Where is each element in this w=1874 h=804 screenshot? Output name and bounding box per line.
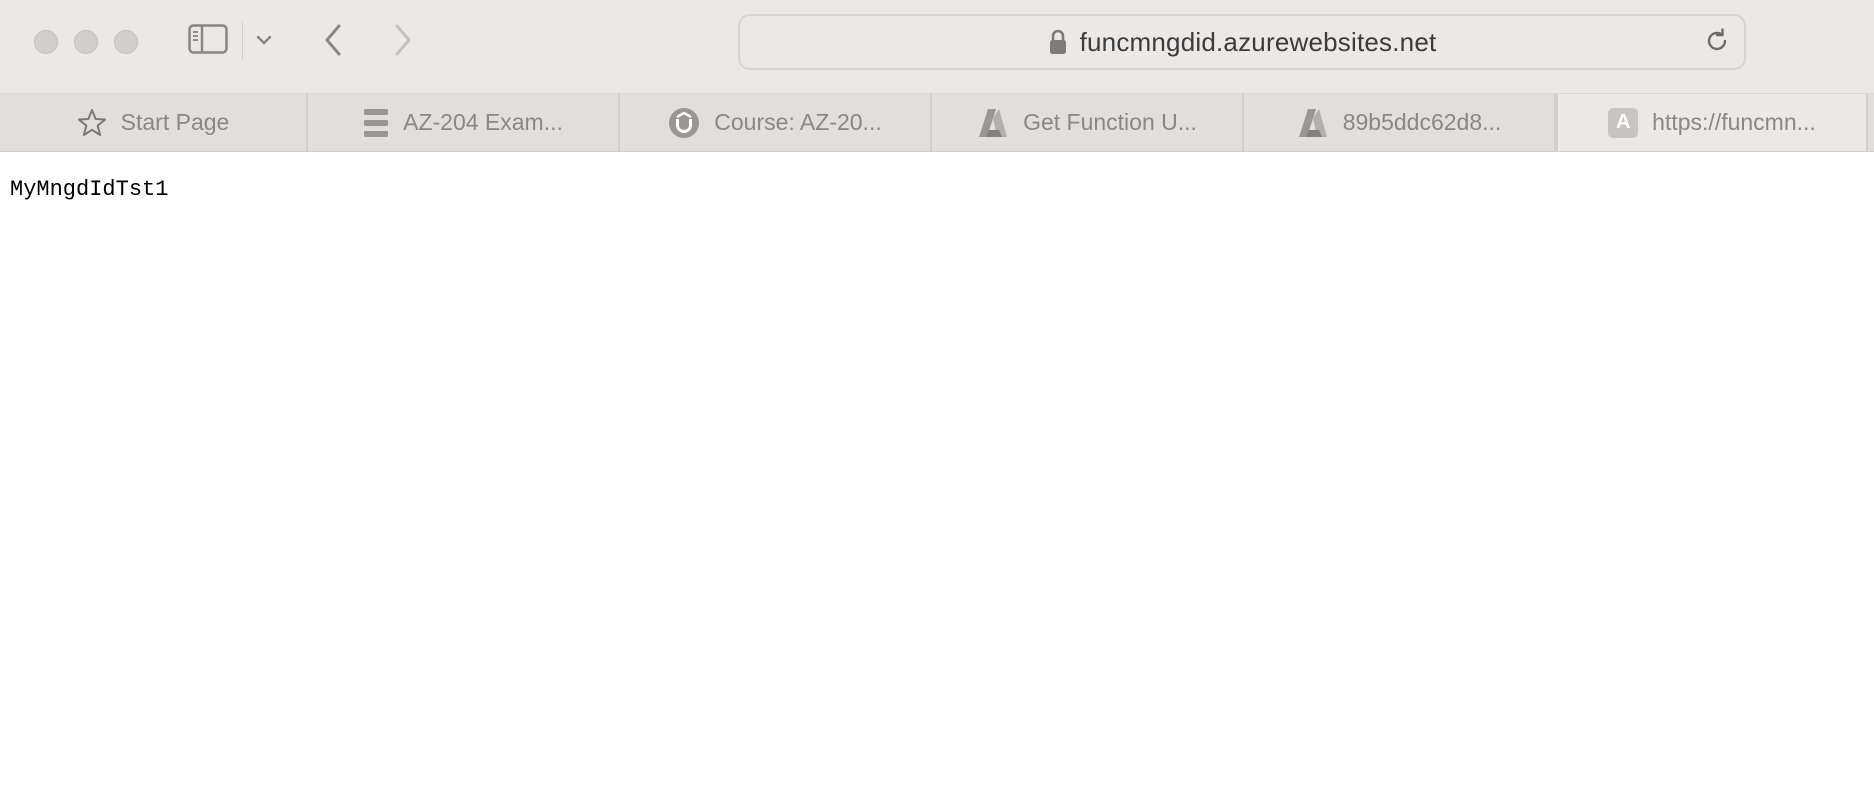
address-bar[interactable]: funcmngdid.azurewebsites.net — [738, 14, 1746, 70]
tab-label: Get Function U... — [1023, 109, 1197, 135]
url-text: funcmngdid.azurewebsites.net — [1079, 26, 1437, 57]
tab-label: Course: AZ-20... — [714, 109, 882, 135]
reload-icon — [1703, 27, 1731, 60]
udemy-icon — [668, 107, 700, 139]
reload-button[interactable] — [1702, 27, 1732, 60]
azure-icon — [977, 108, 1009, 138]
tab-favicon-letter: A — [1608, 107, 1639, 138]
forward-button[interactable] — [386, 22, 420, 62]
browser-toolbar: funcmngdid.azurewebsites.net — [0, 0, 1874, 94]
star-icon — [77, 108, 107, 138]
address-content: funcmngdid.azurewebsites.net — [740, 16, 1684, 68]
azure-icon — [1297, 108, 1329, 138]
tab-89b5ddc62d8[interactable]: 89b5ddc62d8... — [1244, 94, 1556, 151]
sidebar-toggle-button[interactable] — [186, 22, 230, 60]
back-button[interactable] — [316, 22, 350, 62]
tab-course-az20[interactable]: Course: AZ-20... — [620, 94, 932, 151]
sidebar-icon — [188, 23, 228, 59]
browser-window: funcmngdid.azurewebsites.net Start Page — [0, 0, 1874, 804]
tab-label: Start Page — [120, 109, 230, 135]
toolbar-divider — [242, 22, 243, 60]
chevron-left-icon — [322, 23, 344, 62]
lock-icon — [1048, 29, 1068, 55]
menu-lines-icon — [363, 107, 389, 139]
a-letter-icon: A — [1608, 107, 1639, 138]
sidebar-menu-button[interactable] — [252, 30, 276, 54]
tab-start-page[interactable]: Start Page — [0, 94, 308, 151]
tab-funcmngdid[interactable]: A https://funcmn... — [1556, 94, 1868, 151]
close-window-button[interactable] — [34, 30, 58, 54]
tab-az204-exam[interactable]: AZ-204 Exam... — [308, 94, 620, 151]
page-content: MyMngdIdTst1 — [0, 152, 1874, 804]
tab-bar: Start Page AZ-204 Exam... Course: AZ-20.… — [0, 94, 1874, 152]
response-text: MyMngdIdTst1 — [10, 177, 169, 202]
maximize-window-button[interactable] — [114, 30, 138, 54]
tab-label: AZ-204 Exam... — [403, 109, 563, 135]
tab-label: https://funcmn... — [1652, 109, 1816, 135]
tab-get-function[interactable]: Get Function U... — [932, 94, 1244, 151]
minimize-window-button[interactable] — [74, 30, 98, 54]
tab-label: 89b5ddc62d8... — [1342, 109, 1502, 135]
chevron-down-icon — [256, 33, 272, 51]
chevron-right-icon — [392, 23, 414, 62]
